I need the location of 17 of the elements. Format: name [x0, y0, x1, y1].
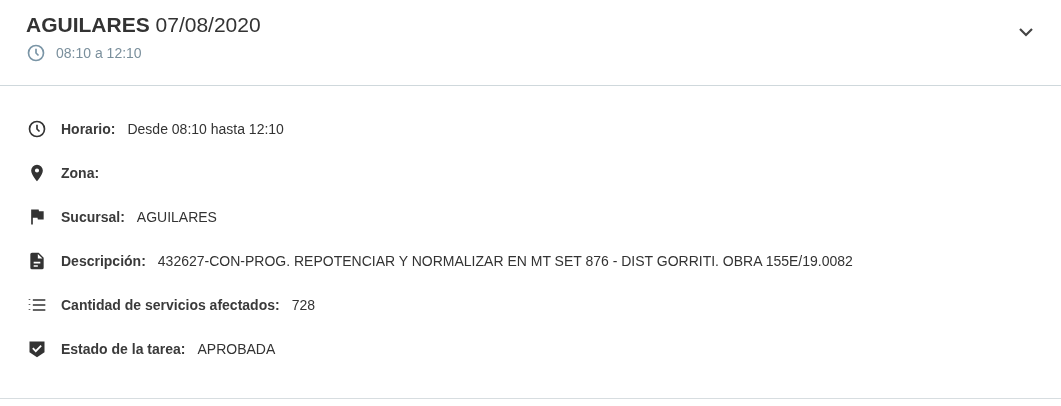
field-value: Desde 08:10 hasta 12:10 [127, 120, 284, 137]
clock-icon [26, 43, 46, 63]
field-label: Sucursal: [61, 208, 125, 225]
field-value: APROBADA [197, 340, 276, 357]
field-value: 432627-CON-PROG. REPOTENCIAR Y NORMALIZAR EN MT SET 876 - DIST GORRITI. OBRA 155E/19.0082 [157, 252, 853, 269]
field-value: AGUILARES [136, 208, 217, 225]
document-icon [27, 250, 47, 271]
field-label: Descripción: [61, 252, 146, 269]
time-range: 08:10 a 12:10 [56, 45, 142, 61]
field-label: Estado de la tarea: [61, 340, 186, 357]
card-title: AGUILARES 07/08/2020 [26, 13, 261, 37]
clock-icon [27, 118, 47, 139]
field-value: 728 [291, 296, 315, 313]
field-label: Zona: [61, 164, 100, 181]
chevron-icon [1019, 27, 1033, 37]
field-label: Horario: [61, 120, 116, 137]
field-label: Cantidad de servicios afectados: [61, 296, 280, 313]
